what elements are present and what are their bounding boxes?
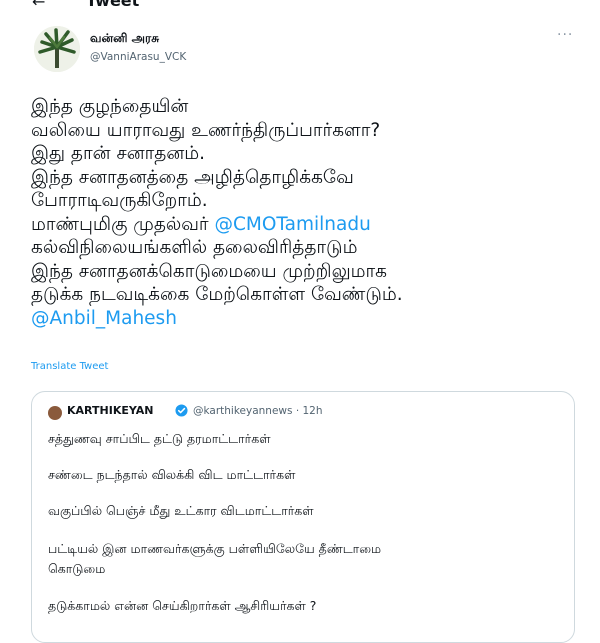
author-name[interactable]: வன்னி அரசு <box>90 31 159 47</box>
mention-link-anbil-mahesh[interactable]: @Anbil_Mahesh <box>31 307 586 331</box>
author-handle[interactable]: @VanniArasu_VCK <box>90 51 186 63</box>
tweet-line: கல்விநிலையங்களில் தலைவிரித்தாடும் <box>31 237 358 258</box>
quote-text-line: சண்டை நடந்தால் விலக்கி விட மாட்டார்கள் <box>48 467 296 482</box>
tweet-line: இது தான் சனாதனம். <box>31 143 206 164</box>
quoted-tweet-card[interactable]: KARTHIKEYAN @karthikeyannews · 12h சத்து… <box>31 391 575 643</box>
top-bar: ← Tweet <box>0 0 600 14</box>
quote-text-line: கொடுமை <box>48 561 106 576</box>
tweet-line-text: மாண்புமிகு முதல்வர் <box>31 213 215 235</box>
tweet-text: இந்த குழந்தையின் வலியை யாராவது உணர்ந்திர… <box>31 95 586 330</box>
page-title: Tweet <box>86 0 140 10</box>
tweet-line-with-mention: மாண்புமிகு முதல்வர் @CMOTamilnadu <box>31 213 586 237</box>
quote-text-line: பட்டியல் இன மாணவர்களுக்கு பள்ளியிலேயே தீ… <box>48 541 382 556</box>
quote-text-line: வகுப்பில் பெஞ்ச் மீது உட்கார விடமாட்டார்… <box>48 503 314 518</box>
quote-text-line: தடுக்காமல் என்ன செய்கிறார்கள் ஆசிரியர்கள… <box>48 598 317 613</box>
tweet-line: தடுக்க நடவடிக்கை மேற்கொள்ள வேண்டும். <box>31 284 403 305</box>
tweet-line: இந்த சனாதனக்கொடுமையை முற்றிலுமாக <box>31 260 388 282</box>
quote-handle-time: @karthikeyannews · 12h <box>193 405 323 417</box>
tweet-line: வலியை யாராவது உணர்ந்திருப்பார்களா? <box>31 119 381 141</box>
verified-badge-icon <box>175 404 188 417</box>
back-arrow-icon[interactable]: ← <box>32 0 45 11</box>
avatar[interactable] <box>34 26 80 72</box>
quote-avatar[interactable] <box>48 406 62 420</box>
quote-text-line: சத்துணவு சாப்பிட தட்டு தரமாட்டார்கள் <box>48 431 271 446</box>
more-horizontal-icon[interactable]: ··· <box>557 27 573 43</box>
tweet-line: இந்த குழந்தையின் <box>31 96 189 117</box>
tweet-line: இந்த சனாதனத்தை அழித்தொழிக்கவே <box>31 166 354 188</box>
tweet-line: போராடிவருகிறோம். <box>31 190 208 211</box>
mention-link-cmotamilnadu[interactable]: @CMOTamilnadu <box>214 214 370 235</box>
translate-tweet-link[interactable]: Translate Tweet <box>31 361 108 372</box>
quote-author-name[interactable]: KARTHIKEYAN <box>67 404 154 417</box>
